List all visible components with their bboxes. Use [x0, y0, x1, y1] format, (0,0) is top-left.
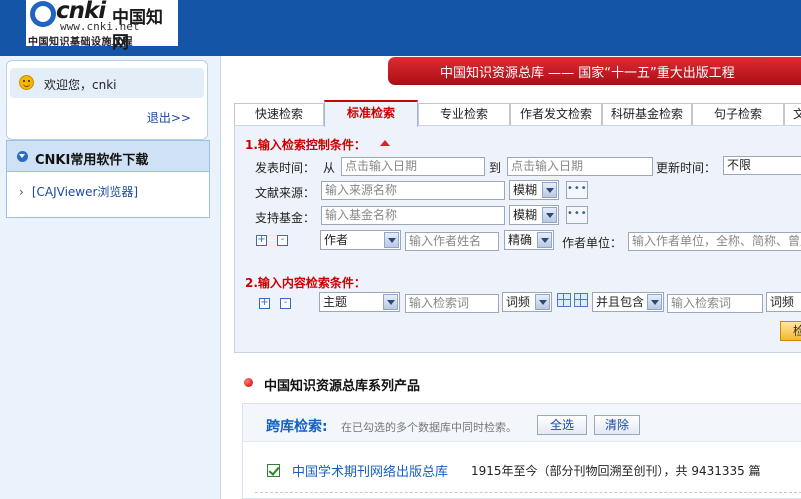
fund-label: 支持基金： — [255, 211, 316, 225]
source-more-button[interactable]: ••• — [566, 181, 588, 199]
collapse-up-icon[interactable] — [380, 140, 390, 146]
dropdown-arrow-icon — [535, 294, 550, 310]
source-label: 文献来源： — [255, 186, 316, 200]
expand-arrow-icon — [17, 151, 28, 162]
author-unit-input[interactable]: 输入作者单位，全称、简称、曾用名均可 — [628, 232, 801, 251]
author-name-input[interactable]: 输入作者姓名 — [405, 232, 499, 251]
content-field-value: 主题 — [323, 295, 348, 309]
logo-subtitle: 中国知识基础设施工程 — [28, 37, 133, 48]
dropdown-arrow-icon — [383, 294, 398, 310]
remove-row-minus-icon[interactable]: - — [277, 235, 288, 246]
fund-match-value: 模糊 — [513, 208, 538, 222]
frequency-value: 词频 — [506, 295, 531, 309]
tab-author-search[interactable]: 作者发文检索 — [510, 103, 602, 126]
cross-db-header: 跨库检索: 在已勾选的多个数据库中同时检索。 全选 清除 — [243, 404, 801, 442]
logout-link[interactable]: 退出>> — [147, 109, 191, 126]
pub-time-label: 发表时间： — [255, 161, 316, 175]
header-bar: cnki 中国知网 www.cnki.net 中国知识基础设施工程 — [0, 0, 801, 56]
cross-db-hint: 在已勾选的多个数据库中同时检索。 — [341, 421, 517, 434]
author-match-value: 精确 — [508, 233, 533, 247]
tab-literature-search[interactable]: 文 — [784, 103, 801, 126]
dropdown-arrow-icon — [647, 294, 662, 310]
control-conditions-title: 1.输入检索控制条件： — [245, 138, 366, 152]
tab-fund-search[interactable]: 科研基金检索 — [602, 103, 692, 126]
db-checkbox[interactable] — [267, 464, 280, 477]
frequency2-value: 词频 — [770, 295, 795, 309]
cross-db-box: 跨库检索: 在已勾选的多个数据库中同时检索。 全选 清除 中国学术期刊网络出版总… — [242, 403, 801, 499]
banner-text: 中国知识资源总库 —— 国家“十一五”重大出版工程 — [440, 66, 735, 81]
keyword-input[interactable]: 输入检索词 — [405, 294, 499, 313]
welcome-text: 欢迎您，cnki — [44, 78, 117, 92]
smiley-icon — [19, 75, 34, 90]
software-download-box: CNKI常用软件下载 › [CAJViewer浏览器] — [6, 140, 210, 218]
divider — [255, 492, 801, 493]
logic-operator-select[interactable]: 并且包含 — [592, 292, 664, 312]
fund-input[interactable]: 输入基金名称 — [321, 206, 505, 225]
cnki-logo-mark-icon — [30, 1, 56, 27]
clear-button[interactable]: 清除 — [594, 415, 640, 435]
update-time-label: 更新时间： — [656, 161, 717, 175]
tab-standard-search[interactable]: 标准检索 — [324, 100, 418, 127]
db-description: 1915年至今（部分刊物回溯至创刊），共 9431335 篇 — [471, 464, 761, 478]
products-section-title: 中国知识资源总库系列产品 — [264, 379, 421, 394]
software-download-title: CNKI常用软件下载 — [35, 153, 149, 168]
date-to-input[interactable]: 点击输入日期 — [507, 157, 653, 176]
source-match-select[interactable]: 模糊 — [509, 180, 559, 200]
left-sidebar: 欢迎您，cnki 退出>> CNKI常用软件下载 › [CAJViewer浏览器] — [0, 56, 221, 499]
logo-url-text: www.cnki.net — [60, 20, 140, 33]
tab-sentence-search[interactable]: 句子检索 — [692, 103, 784, 126]
author-unit-label: 作者单位： — [562, 236, 623, 250]
author-match-select[interactable]: 精确 — [504, 230, 554, 250]
source-match-value: 模糊 — [513, 183, 538, 197]
select-all-button[interactable]: 全选 — [537, 415, 587, 435]
cross-db-title: 跨库检索: — [266, 419, 328, 435]
dropdown-arrow-icon — [537, 232, 552, 248]
remove-row-minus-icon[interactable]: - — [280, 298, 291, 309]
content-conditions-title: 2.输入内容检索条件： — [245, 276, 366, 290]
dropdown-arrow-icon — [384, 232, 399, 248]
author-field-value: 作者 — [324, 233, 349, 247]
welcome-line: 欢迎您，cnki — [10, 68, 204, 98]
chevron-right-icon: › — [19, 185, 24, 199]
search-button[interactable]: 检索 — [780, 321, 801, 341]
related-term-icon[interactable] — [574, 293, 588, 307]
tab-professional-search[interactable]: 专业检索 — [418, 103, 510, 126]
source-input[interactable]: 输入来源名称 — [321, 181, 505, 200]
add-row-plus-icon[interactable]: + — [259, 298, 270, 309]
add-row-plus-icon[interactable]: + — [256, 235, 267, 246]
cnki-logo[interactable]: cnki 中国知网 www.cnki.net 中国知识基础设施工程 — [26, 0, 178, 53]
author-field-select[interactable]: 作者 — [320, 230, 401, 250]
welcome-box: 欢迎您，cnki 退出>> — [6, 60, 208, 140]
fund-more-button[interactable]: ••• — [566, 206, 588, 224]
tab-quick-search[interactable]: 快速检索 — [234, 103, 324, 126]
logic-operator-value: 并且包含 — [596, 295, 645, 309]
software-item-cajviewer[interactable]: › [CAJViewer浏览器] — [19, 183, 138, 200]
resource-banner: 中国知识资源总库 —— 国家“十一五”重大出版工程 — [388, 57, 801, 85]
date-from-input[interactable]: 点击输入日期 — [341, 157, 485, 176]
fund-match-select[interactable]: 模糊 — [509, 205, 559, 225]
to-label: 到 — [489, 161, 502, 175]
add-term-icon[interactable] — [557, 293, 571, 307]
software-download-header: CNKI常用软件下载 — [7, 141, 209, 172]
search-panel: 1.输入检索控制条件： 发表时间： 从 点击输入日期 到 点击输入日期 更新时间… — [234, 125, 801, 353]
section-bullet-icon — [244, 378, 253, 387]
dropdown-arrow-icon — [542, 182, 557, 198]
search-tabs: 快速检索 标准检索 专业检索 作者发文检索 科研基金检索 句子检索 文 — [234, 100, 801, 127]
update-time-select[interactable]: 不限 — [723, 156, 801, 175]
frequency-select[interactable]: 词频 — [502, 292, 552, 312]
frequency2-select[interactable]: 词频 — [766, 292, 801, 312]
dropdown-arrow-icon — [542, 207, 557, 223]
content-field-select[interactable]: 主题 — [319, 292, 400, 312]
keyword2-input[interactable]: 输入检索词 — [667, 294, 763, 313]
db-link-journal[interactable]: 中国学术期刊网络出版总库 — [292, 461, 448, 480]
from-label: 从 — [323, 161, 336, 175]
software-item-label: [CAJViewer浏览器] — [31, 185, 139, 199]
